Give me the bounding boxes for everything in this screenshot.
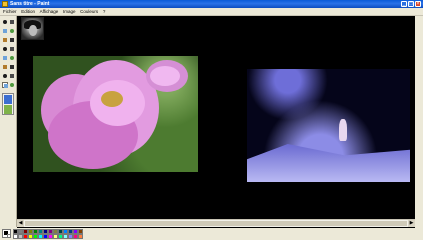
tool-eraser-button[interactable]: [2, 28, 8, 34]
polygon-icon: [10, 74, 14, 78]
toolbox: [0, 16, 17, 227]
rectangle-icon: [3, 74, 7, 78]
tool-option-1[interactable]: [4, 95, 12, 104]
drawing-canvas[interactable]: [17, 16, 415, 228]
tool-ellipse-button[interactable]: [2, 82, 8, 88]
horizontal-scrollbar[interactable]: ◀ ▶: [17, 219, 415, 227]
rect-select-icon: [10, 20, 14, 24]
scroll-thumb[interactable]: [25, 221, 407, 226]
scroll-right-button[interactable]: ▶: [408, 220, 415, 227]
tool-brush-button[interactable]: [9, 46, 15, 52]
free-select-icon: [3, 20, 7, 24]
portrait-image: [21, 17, 44, 40]
brush-icon: [10, 47, 14, 51]
color-palette: [0, 228, 423, 240]
tool-picker-button[interactable]: [2, 37, 8, 43]
background-color: [7, 234, 11, 238]
menu-bar: Fichier Edition Affichage Image Couleurs…: [0, 8, 423, 16]
maximize-button[interactable]: □: [408, 1, 414, 7]
menu-affichage[interactable]: Affichage: [40, 8, 59, 15]
pencil-icon: [3, 47, 7, 51]
window-title: Sans titre - Paint: [10, 1, 50, 7]
paint-app-icon: [2, 1, 8, 7]
tool-line-button[interactable]: [2, 64, 8, 70]
text-icon: [10, 56, 14, 60]
close-icon: ×: [416, 1, 420, 7]
tool-airbrush-button[interactable]: [2, 55, 8, 61]
title-bar[interactable]: Sans titre - Paint _ □ ×: [0, 0, 423, 8]
eraser-icon: [3, 29, 7, 33]
tool-rect-select-button[interactable]: [9, 19, 15, 25]
close-button[interactable]: ×: [415, 1, 421, 7]
tool-rounded-rect-button[interactable]: [9, 82, 15, 88]
tool-free-select-button[interactable]: [2, 19, 8, 25]
curve-icon: [10, 65, 14, 69]
ellipse-icon: [4, 84, 8, 88]
picker-icon: [3, 38, 7, 42]
scroll-left-button[interactable]: ◀: [17, 220, 24, 227]
tool-curve-button[interactable]: [9, 64, 15, 70]
current-colors[interactable]: [2, 229, 11, 238]
minimize-button[interactable]: _: [401, 1, 407, 7]
menu-couleurs[interactable]: Couleurs: [80, 8, 98, 15]
tool-rectangle-button[interactable]: [2, 73, 8, 79]
tool-fill-button[interactable]: [9, 28, 15, 34]
tool-polygon-button[interactable]: [9, 73, 15, 79]
rounded-rect-icon: [10, 83, 14, 87]
line-icon: [3, 65, 7, 69]
magnifier-icon: [10, 38, 14, 42]
palette-swatch[interactable]: [78, 234, 83, 239]
minimize-icon: _: [402, 1, 406, 7]
menu-fichier[interactable]: Fichier: [3, 8, 17, 15]
flower-photo: [33, 56, 198, 172]
menu-edition[interactable]: Edition: [21, 8, 35, 15]
tool-options[interactable]: [2, 93, 14, 115]
airbrush-icon: [3, 56, 7, 60]
tool-magnifier-button[interactable]: [9, 37, 15, 43]
menu-help[interactable]: ?: [103, 8, 106, 15]
menu-image[interactable]: Image: [63, 8, 76, 15]
canvas-area[interactable]: [17, 16, 415, 228]
maximize-icon: □: [409, 1, 413, 7]
concert-photo: [247, 69, 410, 182]
tool-pencil-button[interactable]: [2, 46, 8, 52]
tool-text-button[interactable]: [9, 55, 15, 61]
fill-icon: [10, 29, 14, 33]
tool-option-2[interactable]: [4, 105, 12, 114]
